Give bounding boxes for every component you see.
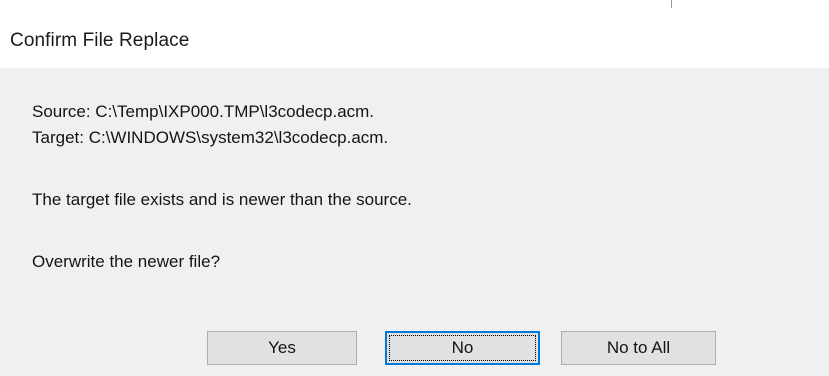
newer-file-message: The target file exists and is newer than… [32, 190, 412, 209]
target-path-text: Target: C:\WINDOWS\system32\l3codecp.acm… [32, 128, 389, 147]
no-to-all-button-label: No to All [606, 338, 671, 357]
confirm-file-replace-dialog: Confirm File Replace Source: C:\Temp\IXP… [0, 0, 829, 376]
no-button-label: No [451, 338, 474, 357]
no-to-all-button[interactable]: No to All [561, 331, 716, 365]
dialog-body: Source: C:\Temp\IXP000.TMP\l3codecp.acm.… [0, 68, 829, 376]
dialog-title: Confirm File Replace [10, 30, 190, 51]
no-button[interactable]: No [385, 331, 540, 365]
yes-button[interactable]: Yes [207, 331, 357, 365]
overwrite-question: Overwrite the newer file? [32, 252, 221, 271]
yes-button-label: Yes [268, 338, 296, 357]
title-bar-edge-mark [671, 0, 672, 8]
source-path-text: Source: C:\Temp\IXP000.TMP\l3codecp.acm. [32, 102, 375, 121]
title-bar[interactable]: Confirm File Replace [0, 0, 829, 68]
